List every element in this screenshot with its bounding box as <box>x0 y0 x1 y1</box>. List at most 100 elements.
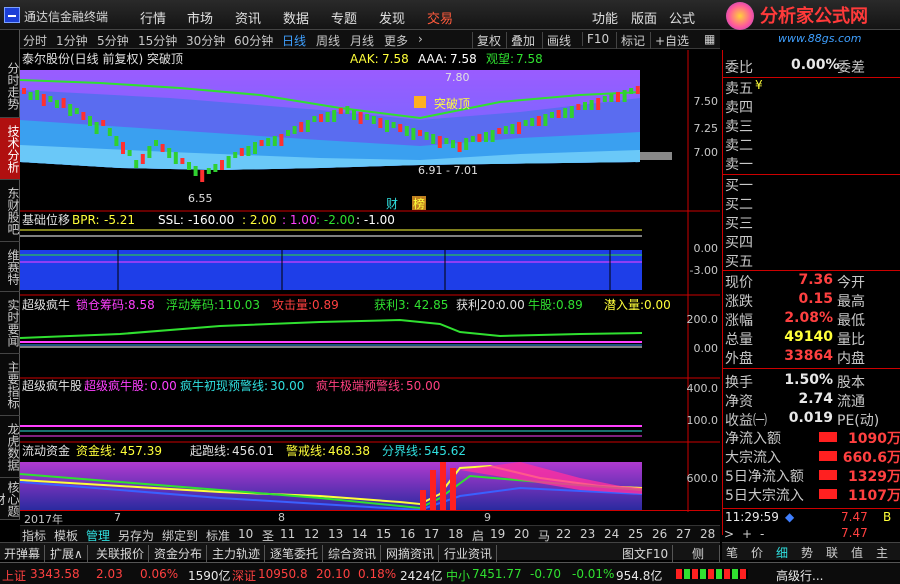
indicator-tab-26[interactable]: 28 <box>700 527 715 541</box>
period-weekly[interactable]: 周线 <box>316 32 340 49</box>
candle <box>385 120 389 132</box>
weicha-label: 委差 <box>837 60 865 76</box>
indicator-tab-13[interactable]: 16 <box>400 527 415 541</box>
func-tab-4[interactable]: 主力轨迹 <box>212 545 266 562</box>
chart-area[interactable]: 7.50 7.25 7.00 0.00 -3.00 200.0 0.00 400… <box>19 50 720 512</box>
menu-topics[interactable]: 专题 <box>331 8 357 27</box>
add-watchlist-button[interactable]: +自选 <box>650 32 689 49</box>
draw-line-button[interactable]: 画线 <box>542 32 571 49</box>
menu-market[interactable]: 市场 <box>187 8 213 27</box>
func-tab-0[interactable]: 开弹幕 <box>4 545 46 562</box>
period-15min[interactable]: 15分钟 <box>138 32 177 49</box>
menu-quotes[interactable]: 行情 <box>140 8 166 27</box>
bpr-value: -5.21 <box>104 213 135 227</box>
func-tab-2[interactable]: 关联报价 <box>96 545 150 562</box>
vtab-news[interactable]: 实时要闻 <box>0 292 20 354</box>
menu-formula[interactable]: 公式 <box>669 8 695 27</box>
candle <box>365 114 370 120</box>
candle <box>589 100 594 110</box>
flow-value: 660.6万 <box>842 450 900 466</box>
menu-trade[interactable]: 交易 <box>427 8 453 27</box>
detail-tab-6[interactable]: 主 <box>876 544 888 561</box>
sh-label[interactable]: 上证 <box>2 567 26 584</box>
func-tab-9[interactable]: 图文F10 <box>622 545 674 562</box>
indicator-tab-12[interactable]: 15 <box>376 527 391 541</box>
func-tab-8[interactable]: 行业资讯 <box>444 545 498 562</box>
period-5min[interactable]: 5分钟 <box>97 32 129 49</box>
indicator-tab-9[interactable]: 12 <box>304 527 319 541</box>
quote-value: 0.15 <box>798 291 833 307</box>
func-tab-1[interactable]: 扩展∧ <box>50 545 88 562</box>
grid-icon[interactable]: ▦ <box>700 32 715 46</box>
indicator-tab-22[interactable]: 24 <box>604 527 619 541</box>
detail-tab-3[interactable]: 势 <box>801 544 813 561</box>
period-30min[interactable]: 30分钟 <box>186 32 225 49</box>
indicator-tab-25[interactable]: 27 <box>676 527 691 541</box>
vtab-technical[interactable]: 技术分析 <box>0 118 20 180</box>
detail-tab-4[interactable]: 联 <box>826 544 838 561</box>
period-monthly[interactable]: 月线 <box>350 32 374 49</box>
indicator-tab-10[interactable]: 13 <box>328 527 343 541</box>
menu-news[interactable]: 资讯 <box>235 8 261 27</box>
candle <box>319 114 323 122</box>
vtab-themes[interactable]: 核心题材 <box>0 478 20 520</box>
candle <box>48 96 53 102</box>
menu-data[interactable]: 数据 <box>283 8 309 27</box>
f10-button[interactable]: F10 <box>582 32 609 46</box>
detail-tab-5[interactable]: 值 <box>851 544 863 561</box>
indicator-tab-18[interactable]: 20 <box>514 527 529 541</box>
period-intraday[interactable]: 分时 <box>23 32 47 49</box>
sz-amount: 2424亿 <box>400 569 443 583</box>
chevron-right-icon[interactable]: › <box>418 32 423 46</box>
sz-label[interactable]: 深证 <box>232 567 256 584</box>
candle <box>68 104 73 116</box>
mark-button[interactable]: 标记 <box>616 32 645 49</box>
status-right[interactable]: 高级行... <box>776 567 823 584</box>
menu-discover[interactable]: 发现 <box>379 8 405 27</box>
indicator-tab-8[interactable]: 11 <box>280 527 295 541</box>
quote-right-label: PE(动) <box>837 413 880 429</box>
indicator-tab-17[interactable]: 19 <box>490 527 505 541</box>
indicator-tab-11[interactable]: 14 <box>352 527 367 541</box>
candle <box>22 88 26 94</box>
indicator-tab-20[interactable]: 22 <box>556 527 571 541</box>
func-tab-5[interactable]: 逐笔委托 <box>270 545 324 562</box>
vtab-guba[interactable]: 东财股吧 <box>0 180 20 242</box>
vtab-intraday[interactable]: 分时走势 <box>0 54 20 118</box>
overlay-button[interactable]: 叠加 <box>506 32 535 49</box>
left-side-tabs: 分时走势 技术分析 东财股吧 维赛特 实时要闻 主要指标 龙虎数据 核心题材 <box>0 30 20 520</box>
adjust-button[interactable]: 复权 <box>472 32 501 49</box>
indicator-tab-23[interactable]: 25 <box>628 527 643 541</box>
indicator-tab-6[interactable]: 10 <box>238 527 253 541</box>
func-tab-6[interactable]: 综合资讯 <box>328 545 382 562</box>
candle <box>510 124 515 134</box>
period-more[interactable]: 更多 <box>384 32 408 49</box>
flow-bar <box>819 451 837 461</box>
menu-layout[interactable]: 版面 <box>631 8 657 27</box>
brand-banner: 分析家公式网 <box>720 0 900 30</box>
super-label: 超级疯牛股: <box>84 378 148 393</box>
detail-tab-1[interactable]: 价 <box>751 544 763 561</box>
detail-tab-2[interactable]: 细 <box>776 544 788 561</box>
quote-panel: 委比 0.00% 委差 卖五 ¥ 卖四 卖三 卖二 卖一 买一 买二 买三 买四 买五 现价 7.3… <box>722 50 900 540</box>
vtab-dragon-tiger[interactable]: 龙虎数据 <box>0 416 20 478</box>
flow-value: 1329万 <box>848 469 900 485</box>
candle <box>398 124 403 132</box>
candle <box>154 140 158 146</box>
zx-label[interactable]: 中小 <box>446 567 470 584</box>
period-daily[interactable]: 日线 <box>282 32 306 49</box>
super-value: 0.00 <box>150 379 177 393</box>
period-1min[interactable]: 1分钟 <box>56 32 88 49</box>
func-tab-7[interactable]: 网摘资讯 <box>386 545 440 562</box>
detail-tab-0[interactable]: 笔 <box>726 544 738 561</box>
period-60min[interactable]: 60分钟 <box>234 32 273 49</box>
menu-functions[interactable]: 功能 <box>592 8 618 27</box>
vtab-weisaite[interactable]: 维赛特 <box>0 242 20 292</box>
func-tab-3[interactable]: 资金分布 <box>154 545 208 562</box>
indicator-tab-14[interactable]: 17 <box>424 527 439 541</box>
p2-v2: : 1.00 <box>282 213 317 227</box>
indicator-tab-15[interactable]: 18 <box>448 527 463 541</box>
vtab-indicators[interactable]: 主要指标 <box>0 354 20 416</box>
indicator-tab-21[interactable]: 23 <box>580 527 595 541</box>
indicator-tab-24[interactable]: 26 <box>652 527 667 541</box>
